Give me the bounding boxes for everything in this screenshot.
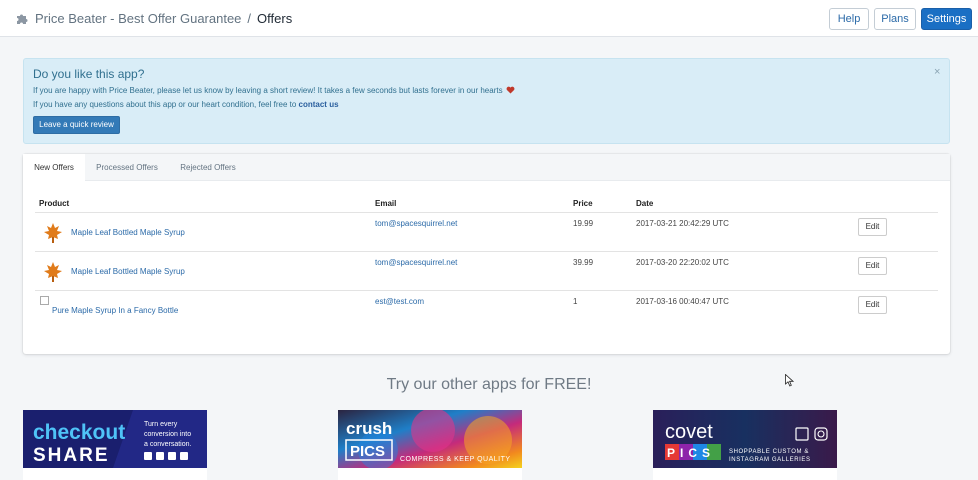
banner-name-b: SHARE [33,445,110,466]
plans-button[interactable]: Plans [874,8,916,30]
social-icon [168,452,176,460]
offer-tabs: New Offers Processed Offers Rejected Off… [23,154,950,181]
date-cell: 2017-03-16 00:40:47 UTC [636,297,729,306]
product-link[interactable]: Maple Leaf Bottled Maple Syrup [71,228,185,237]
covet-pics-artwork: covet PICS SHOPPABLE CUSTOM & INSTAGRAM … [653,410,837,468]
leave-review-button[interactable]: Leave a quick review [33,116,120,134]
alert-message: If you are happy with Price Beater, plea… [33,86,515,95]
edit-button[interactable]: Edit [858,257,887,275]
banner-name-a: crush [346,419,392,438]
row-divider [35,251,938,252]
email-link[interactable]: tom@spacesquirrel.net [375,219,457,228]
email-link[interactable]: est@test.com [375,297,424,306]
checkout-share-banner[interactable]: checkout SHARE Turn every conversion int… [23,410,207,480]
price-cell: 19.99 [573,219,594,228]
banner-name-b: PICS [350,443,385,460]
help-button[interactable]: Help [829,8,869,30]
contact-us-link[interactable]: contact us [299,100,339,109]
alert-title: Do you like this app? [33,67,145,81]
close-icon[interactable]: × [934,66,940,78]
banner-tagline: SHOPPABLE CUSTOM & [729,449,809,455]
banner-tagline: COMPRESS & KEEP QUALITY [400,456,511,463]
broken-image-icon [40,296,49,305]
breadcrumb-app-link[interactable]: Price Beater - Best Offer Guarantee [35,11,241,26]
date-cell: 2017-03-20 22:20:02 UTC [636,258,729,267]
banner-name-a: covet [665,421,713,443]
social-icon [156,452,164,460]
social-icon [180,452,188,460]
page-title: Offers [257,11,293,26]
banner-tagline: conversion into [144,431,191,438]
edit-button[interactable]: Edit [858,218,887,236]
social-icon [144,452,152,460]
price-cell: 39.99 [573,258,594,267]
banner-tagline: a conversation. [144,441,192,448]
alert-message-text: If you are happy with Price Beater, plea… [33,86,503,95]
product-thumbnail [40,259,66,285]
covet-pics-banner[interactable]: covet PICS SHOPPABLE CUSTOM & INSTAGRAM … [653,410,837,480]
breadcrumb-separator: / [247,11,252,26]
product-thumbnail [40,220,66,246]
breadcrumb: Price Beater - Best Offer Guarantee / Offe… [35,11,292,26]
date-cell: 2017-03-21 20:42:29 UTC [636,219,729,228]
banner-tagline: Turn every [144,421,178,428]
tab-processed-offers[interactable]: Processed Offers [85,154,169,181]
product-link[interactable]: Pure Maple Syrup In a Fancy Bottle [52,306,178,315]
crush-pics-banner[interactable]: crush PICS COMPRESS & KEEP QUALITY [338,410,522,480]
mouse-cursor-icon [785,374,794,387]
product-link[interactable]: Maple Leaf Bottled Maple Syrup [71,267,185,276]
column-header-price: Price [573,199,593,208]
column-header-product: Product [39,199,70,208]
alert-contact-text: If you have any questions about this app… [33,100,297,109]
puzzle-icon [17,14,28,24]
row-divider [35,290,938,291]
banner-tagline: INSTAGRAM GALLERIES [729,457,811,463]
crush-pics-artwork: crush PICS COMPRESS & KEEP QUALITY [338,410,522,470]
offers-panel: New Offers Processed Offers Rejected Off… [23,154,950,354]
edit-button[interactable]: Edit [858,296,887,314]
promo-title: Try our other apps for FREE! [386,376,592,393]
banner-name-b: PICS [667,446,715,460]
heart-icon [506,86,515,94]
price-cell: 1 [573,297,578,306]
column-header-email: Email [375,199,397,208]
column-header-date: Date [636,199,654,208]
banner-name-a: checkout [33,421,125,444]
tab-rejected-offers[interactable]: Rejected Offers [169,154,247,181]
review-alert: Do you like this app? If you are happy w… [23,58,950,144]
checkout-share-artwork: checkout SHARE Turn every conversion int… [23,410,207,468]
alert-contact-line: If you have any questions about this app… [33,100,339,109]
tab-new-offers[interactable]: New Offers [23,154,85,181]
email-link[interactable]: tom@spacesquirrel.net [375,258,457,267]
top-bar: Price Beater - Best Offer Guarantee / Offe… [0,0,978,37]
header-divider [35,212,938,213]
settings-button[interactable]: Settings [921,8,972,30]
